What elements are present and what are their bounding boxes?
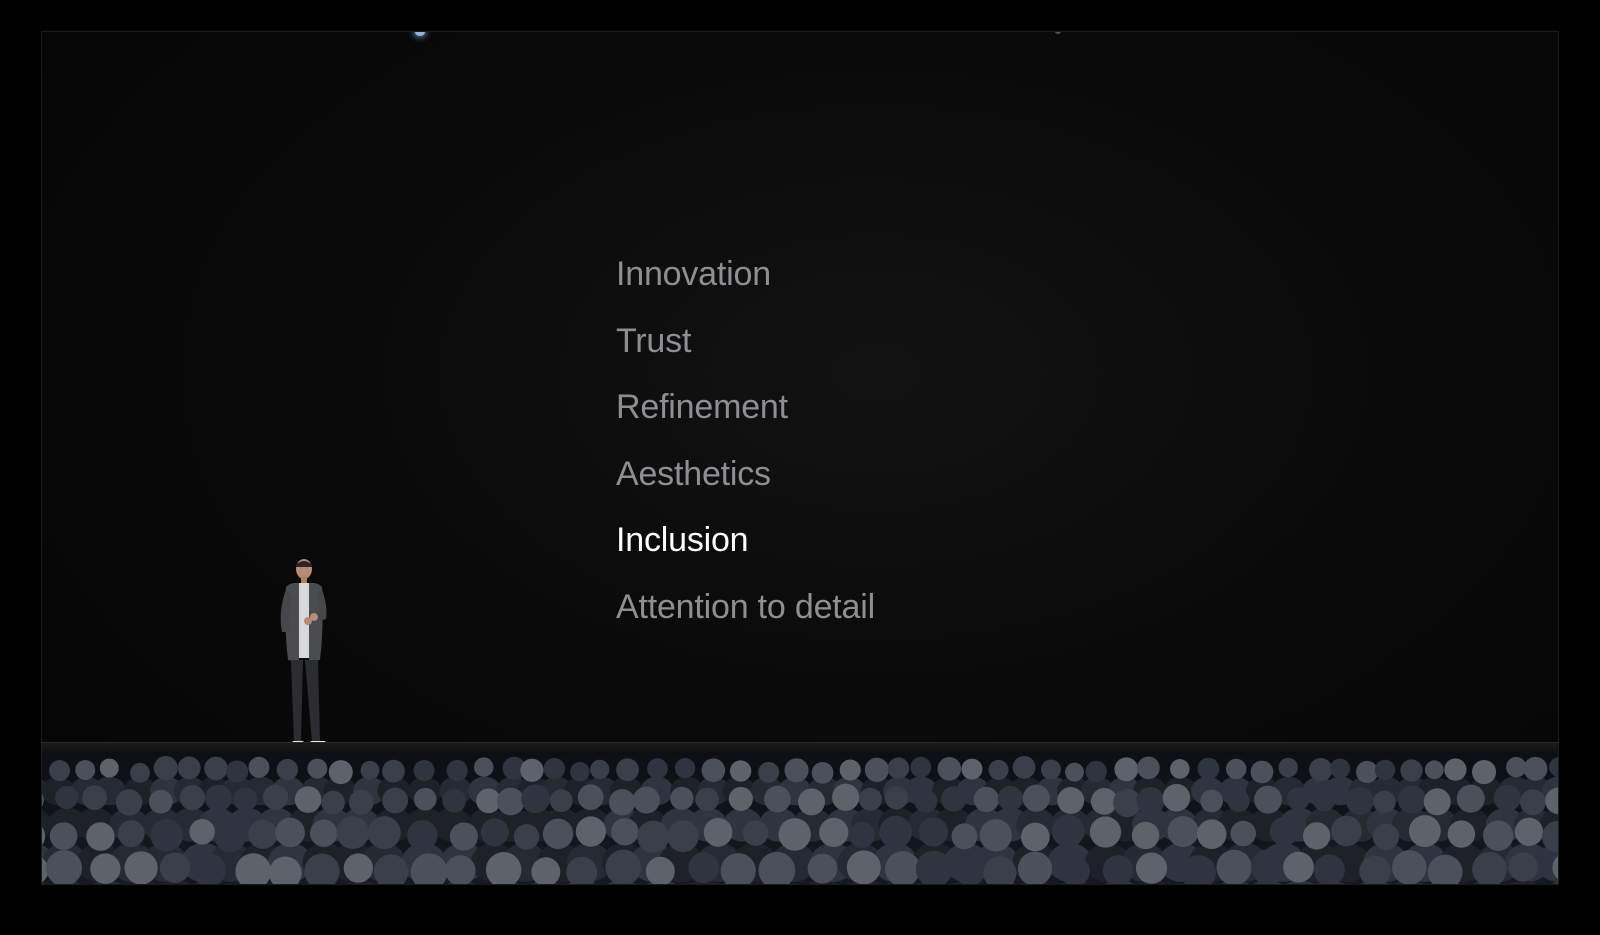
value-attention-to-detail: Attention to detail [616,587,875,626]
presenter-figure [280,559,327,748]
value-trust: Trust [616,321,692,360]
keynote-video-frame: Innovation Trust Refinement Aesthetics I… [41,31,1559,885]
stage-light [1055,32,1061,34]
stage-light [415,32,425,36]
value-aesthetics: Aesthetics [616,454,771,493]
value-refinement: Refinement [616,388,788,427]
audience-crowd [42,752,1558,884]
value-inclusion: Inclusion [616,521,749,560]
value-innovation: Innovation [616,255,771,293]
values-list: Innovation Trust Refinement Aesthetics I… [616,254,875,654]
